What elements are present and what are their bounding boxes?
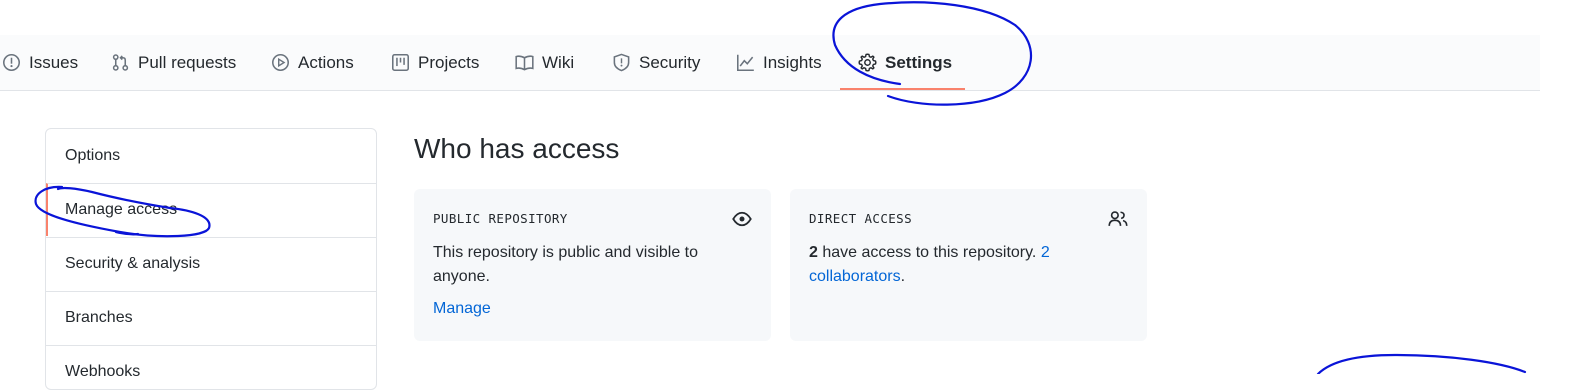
period: . (900, 268, 906, 285)
tab-label: Pull requests (138, 52, 237, 72)
shield-icon (612, 53, 631, 72)
tab-actions[interactable]: Actions (271, 35, 354, 90)
tab-settings[interactable]: Settings (858, 35, 952, 90)
git-pull-request-icon (111, 53, 130, 72)
card-title: DIRECT ACCESS (809, 211, 913, 226)
repo-nav-tabs: Issues Pull requests Actions Projects Wi… (0, 35, 1540, 91)
tab-label: Projects (418, 52, 480, 72)
manage-link[interactable]: Manage (433, 300, 491, 318)
tab-label: Issues (29, 52, 79, 72)
people-icon (1108, 209, 1128, 229)
sidebar-item-branches[interactable]: Branches (46, 291, 376, 344)
corner-circle-annotation (1316, 353, 1527, 374)
book-icon (515, 53, 534, 72)
settings-sidebar: Options Manage access Security & analysi… (45, 128, 377, 390)
issue-opened-icon (2, 53, 21, 72)
public-repository-card: PUBLIC REPOSITORY This repository is pub… (414, 189, 771, 341)
graph-icon (736, 53, 755, 72)
sidebar-item-manage-access[interactable]: Manage access (46, 183, 376, 236)
sidebar-item-options[interactable]: Options (46, 129, 376, 182)
tab-projects[interactable]: Projects (391, 35, 479, 90)
play-icon (271, 53, 290, 72)
sidebar-item-label: Manage access (65, 201, 178, 218)
project-icon (391, 53, 410, 72)
access-text: have access to this repository. (817, 244, 1041, 261)
access-count: 2 (809, 244, 818, 261)
card-description: 2 have access to this repository. 2 coll… (809, 241, 1109, 289)
selected-tab-indicator (840, 88, 965, 90)
card-title: PUBLIC REPOSITORY (433, 211, 568, 226)
tab-label: Insights (763, 52, 822, 72)
tab-insights[interactable]: Insights (736, 35, 822, 90)
tab-label: Security (639, 52, 701, 72)
sidebar-item-security-analysis[interactable]: Security & analysis (46, 237, 376, 290)
tab-pull-requests[interactable]: Pull requests (111, 35, 236, 90)
card-description: This repository is public and visible to… (433, 244, 699, 285)
tab-label: Actions (298, 52, 354, 72)
eye-icon (732, 209, 752, 229)
tab-wiki[interactable]: Wiki (515, 35, 574, 90)
tab-security[interactable]: Security (612, 35, 700, 90)
tab-label: Settings (885, 52, 953, 72)
sidebar-item-label: Branches (65, 309, 133, 326)
tab-label: Wiki (542, 52, 575, 72)
tab-issues[interactable]: Issues (2, 35, 78, 90)
gear-icon (858, 53, 877, 72)
sidebar-item-label: Security & analysis (65, 255, 201, 272)
sidebar-item-label: Webhooks (65, 363, 141, 380)
page-title: Who has access (414, 133, 620, 164)
direct-access-card: DIRECT ACCESS 2 have access to this repo… (790, 189, 1147, 341)
sidebar-item-label: Options (65, 146, 121, 164)
sidebar-item-webhooks[interactable]: Webhooks (46, 345, 376, 389)
